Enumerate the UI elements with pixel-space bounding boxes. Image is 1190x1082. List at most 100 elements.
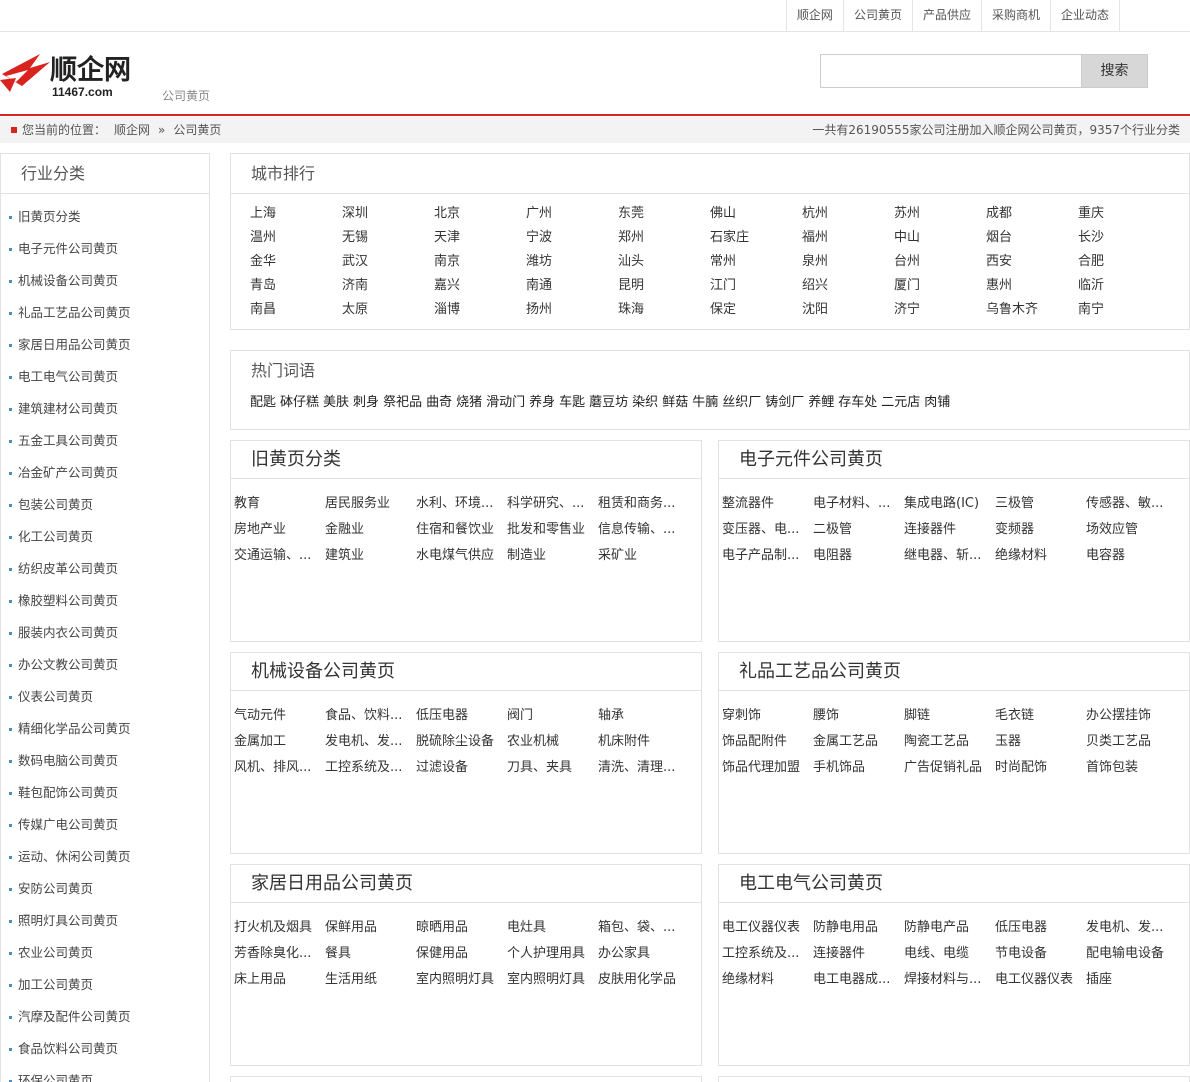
category-link[interactable]: 金属工艺品 [813, 729, 904, 755]
category-link[interactable]: 水利、环境... [416, 491, 507, 517]
city-link[interactable]: 潍坊 [526, 250, 618, 274]
sidebar-item[interactable]: 精细化学品公司黄页 [1, 713, 209, 745]
category-title[interactable]: 机械设备公司黄页 [231, 653, 701, 691]
category-link[interactable]: 食品、饮料... [325, 703, 416, 729]
category-link[interactable]: 餐具 [325, 941, 416, 967]
hot-word-link[interactable]: 配匙 [250, 395, 276, 410]
city-link[interactable]: 武汉 [342, 250, 434, 274]
hot-word-link[interactable]: 养身 [529, 395, 555, 410]
category-link[interactable]: 机床附件 [598, 729, 689, 755]
city-link[interactable]: 天津 [434, 226, 526, 250]
hot-word-link[interactable]: 蘑豆坊 [589, 395, 628, 410]
category-link[interactable]: 集成电路(IC) [904, 491, 995, 517]
category-link[interactable]: 租赁和商务... [598, 491, 689, 517]
city-link[interactable]: 乌鲁木齐 [986, 298, 1078, 322]
category-link[interactable]: 电线、电缆 [904, 941, 995, 967]
breadcrumb-link-home[interactable]: 顺企网 [114, 123, 150, 137]
city-link[interactable]: 宁波 [526, 226, 618, 250]
top-nav-link[interactable]: 采购商机 [982, 0, 1051, 31]
category-link[interactable]: 建筑业 [325, 543, 416, 569]
hot-word-link[interactable]: 车匙 [559, 395, 585, 410]
category-link[interactable]: 二极管 [813, 517, 904, 543]
category-link[interactable]: 连接器件 [813, 941, 904, 967]
city-link[interactable]: 泉州 [802, 250, 894, 274]
hot-word-link[interactable]: 染织 [632, 395, 658, 410]
category-link[interactable]: 穿刺饰 [722, 703, 813, 729]
sidebar-item[interactable]: 电子元件公司黄页 [1, 233, 209, 265]
city-link[interactable]: 佛山 [710, 202, 802, 226]
city-link[interactable]: 临沂 [1078, 274, 1170, 298]
category-link[interactable]: 农业机械 [507, 729, 598, 755]
hot-word-link[interactable]: 祭祀品 [383, 395, 422, 410]
city-link[interactable]: 无锡 [342, 226, 434, 250]
sidebar-item[interactable]: 旧黄页分类 [1, 201, 209, 233]
category-link[interactable]: 绝缘材料 [995, 543, 1086, 569]
sidebar-item[interactable]: 服装内衣公司黄页 [1, 617, 209, 649]
category-link[interactable]: 陶瓷工艺品 [904, 729, 995, 755]
category-link[interactable]: 场效应管 [1086, 517, 1177, 543]
sidebar-item[interactable]: 化工公司黄页 [1, 521, 209, 553]
category-link[interactable]: 皮肤用化学品 [598, 967, 689, 993]
category-link[interactable]: 传感器、敏... [1086, 491, 1177, 517]
category-link[interactable]: 连接器件 [904, 517, 995, 543]
category-link[interactable]: 发电机、发... [1086, 915, 1177, 941]
sidebar-item[interactable]: 照明灯具公司黄页 [1, 905, 209, 937]
category-link[interactable]: 发电机、发... [325, 729, 416, 755]
category-link[interactable]: 芳香除臭化... [234, 941, 325, 967]
hot-word-link[interactable]: 养鲤 [808, 395, 834, 410]
category-link[interactable]: 办公家具 [598, 941, 689, 967]
sidebar-item[interactable]: 纺织皮革公司黄页 [1, 553, 209, 585]
category-link[interactable]: 饰品配附件 [722, 729, 813, 755]
city-link[interactable]: 重庆 [1078, 202, 1170, 226]
city-link[interactable]: 珠海 [618, 298, 710, 322]
top-nav-link[interactable]: 企业动态 [1051, 0, 1120, 31]
category-link[interactable]: 配电输电设备 [1086, 941, 1177, 967]
city-link[interactable]: 广州 [526, 202, 618, 226]
category-link[interactable]: 饰品代理加盟 [722, 755, 813, 781]
category-link[interactable]: 整流器件 [722, 491, 813, 517]
city-link[interactable]: 烟台 [986, 226, 1078, 250]
city-link[interactable]: 南京 [434, 250, 526, 274]
category-link[interactable]: 变压器、电... [722, 517, 813, 543]
sidebar-item[interactable]: 橡胶塑料公司黄页 [1, 585, 209, 617]
hot-word-link[interactable]: 铸剑厂 [765, 395, 804, 410]
category-link[interactable]: 脱硫除尘设备 [416, 729, 507, 755]
city-link[interactable]: 昆明 [618, 274, 710, 298]
sidebar-item[interactable]: 冶金矿产公司黄页 [1, 457, 209, 489]
category-link[interactable]: 信息传输、... [598, 517, 689, 543]
city-link[interactable]: 中山 [894, 226, 986, 250]
hot-word-link[interactable]: 美肤 [323, 395, 349, 410]
sidebar-item[interactable]: 办公文教公司黄页 [1, 649, 209, 681]
hot-word-link[interactable]: 曲奇 [426, 395, 452, 410]
category-link[interactable]: 保鲜用品 [325, 915, 416, 941]
category-link[interactable]: 低压电器 [995, 915, 1086, 941]
category-link[interactable]: 个人护理用具 [507, 941, 598, 967]
category-link[interactable]: 气动元件 [234, 703, 325, 729]
hot-word-link[interactable]: 烧猪 [456, 395, 482, 410]
sidebar-item[interactable]: 五金工具公司黄页 [1, 425, 209, 457]
category-link[interactable]: 室内照明灯具 [507, 967, 598, 993]
city-link[interactable]: 北京 [434, 202, 526, 226]
city-link[interactable]: 绍兴 [802, 274, 894, 298]
sidebar-item[interactable]: 数码电脑公司黄页 [1, 745, 209, 777]
category-link[interactable]: 风机、排风... [234, 755, 325, 781]
category-link[interactable]: 继电器、斩... [904, 543, 995, 569]
category-link[interactable]: 电灶具 [507, 915, 598, 941]
category-link[interactable]: 工控系统及... [722, 941, 813, 967]
city-link[interactable]: 南通 [526, 274, 618, 298]
category-link[interactable]: 阀门 [507, 703, 598, 729]
hot-word-link[interactable]: 刺身 [353, 395, 379, 410]
city-link[interactable]: 台州 [894, 250, 986, 274]
category-link[interactable]: 室内照明灯具 [416, 967, 507, 993]
category-link[interactable]: 交通运输、... [234, 543, 325, 569]
category-link[interactable]: 时尚配饰 [995, 755, 1086, 781]
hot-word-link[interactable]: 砵仔糕 [280, 395, 319, 410]
sidebar-item[interactable]: 加工公司黄页 [1, 969, 209, 1001]
hot-word-link[interactable]: 丝织厂 [722, 395, 761, 410]
sidebar-item[interactable]: 电工电气公司黄页 [1, 361, 209, 393]
city-link[interactable]: 常州 [710, 250, 802, 274]
sidebar-item[interactable]: 农业公司黄页 [1, 937, 209, 969]
hot-word-link[interactable]: 肉铺 [924, 395, 950, 410]
category-link[interactable]: 三极管 [995, 491, 1086, 517]
city-link[interactable]: 青岛 [250, 274, 342, 298]
